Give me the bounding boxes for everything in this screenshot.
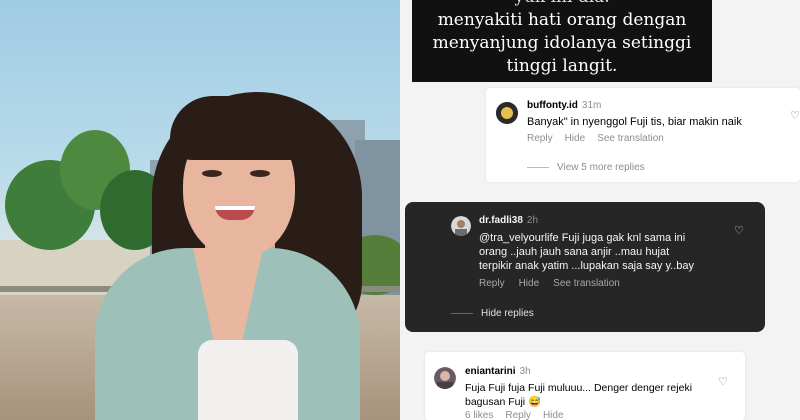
comment-text: Fuja Fuji fuja Fuji muluuu... Denger den… xyxy=(465,381,692,409)
story-text-box: yuk ini dia. menyakiti hati orang dengan… xyxy=(412,0,712,82)
comment-text: @tra_velyourlife Fuji juga gak knl sama … xyxy=(479,231,694,273)
reply-button[interactable]: Reply xyxy=(527,133,553,144)
comment-text-line: @tra_velyourlife Fuji juga gak knl sama … xyxy=(479,232,686,244)
comment-actions: Reply Hide See translation xyxy=(479,278,620,289)
see-translation-button[interactable]: See translation xyxy=(553,278,620,289)
hide-button[interactable]: Hide xyxy=(565,133,586,144)
story-line-0: yuk ini dia. xyxy=(412,0,712,9)
comment-card: eniantarini 3h Fuja Fuji fuja Fuji muluuu… xyxy=(425,352,745,420)
story-line-2: menyanjung idolanya setinggi xyxy=(432,33,692,53)
reply-button[interactable]: Reply xyxy=(505,410,531,420)
comment-text-line: terpikir anak yatim ...lupakan saja say … xyxy=(479,260,695,272)
comment-card: dr.fadli38 2h @tra_velyourlife Fuji juga … xyxy=(405,202,765,332)
comment-time: 2h xyxy=(526,215,539,226)
comment-text-line: Fuja Fuji fuja Fuji muluuu... Denger den… xyxy=(465,382,693,394)
view-more-replies-label: View 5 more replies xyxy=(557,162,645,173)
heart-icon[interactable]: ♡ xyxy=(717,376,729,388)
portrait-photo xyxy=(0,0,400,420)
see-translation-button[interactable]: See translation xyxy=(597,133,664,144)
eye xyxy=(202,170,222,177)
comment-actions: Reply Hide See translation xyxy=(527,133,664,144)
hide-replies-label: Hide replies xyxy=(481,308,534,319)
likes-count[interactable]: 6 likes xyxy=(465,410,493,420)
comment-time: 3h xyxy=(519,366,531,377)
heart-icon[interactable]: ♡ xyxy=(733,225,745,237)
hide-button[interactable]: Hide xyxy=(543,410,564,420)
avatar[interactable] xyxy=(451,216,471,236)
white-top xyxy=(198,340,298,420)
collage: yuk ini dia. menyakiti hati orang dengan… xyxy=(0,0,800,420)
comment-card: buffonty.id 31m Banyak" in nyenggol Fuji … xyxy=(486,88,800,182)
eye xyxy=(250,170,270,177)
heart-icon[interactable]: ♡ xyxy=(789,110,800,122)
divider xyxy=(527,167,549,168)
comment-actions: 6 likes Reply Hide xyxy=(465,410,564,420)
comment-username[interactable]: buffonty.id 31m xyxy=(527,100,601,111)
story-line-1: menyakiti hati orang dengan xyxy=(437,10,687,30)
view-more-replies-button[interactable]: View 5 more replies xyxy=(527,162,645,173)
avatar[interactable] xyxy=(434,367,456,389)
story-line-3: tinggi langit. xyxy=(506,56,618,76)
comment-text-line: bagusan Fuji 😅 xyxy=(465,396,542,408)
comment-text-line: orang ..jauh jauh sana anjir ..mau hujat xyxy=(479,246,670,258)
comment-username[interactable]: dr.fadli38 2h xyxy=(479,215,538,226)
hide-button[interactable]: Hide xyxy=(519,278,540,289)
divider xyxy=(451,313,473,314)
comment-text: Banyak" in nyenggol Fuji tis, biar makin… xyxy=(527,116,742,128)
hide-replies-button[interactable]: Hide replies xyxy=(451,308,534,319)
comment-time: 31m xyxy=(581,100,602,111)
bangs xyxy=(170,96,320,160)
comment-username[interactable]: eniantarini 3h xyxy=(465,366,531,377)
reply-button[interactable]: Reply xyxy=(479,278,505,289)
avatar[interactable] xyxy=(496,102,518,124)
